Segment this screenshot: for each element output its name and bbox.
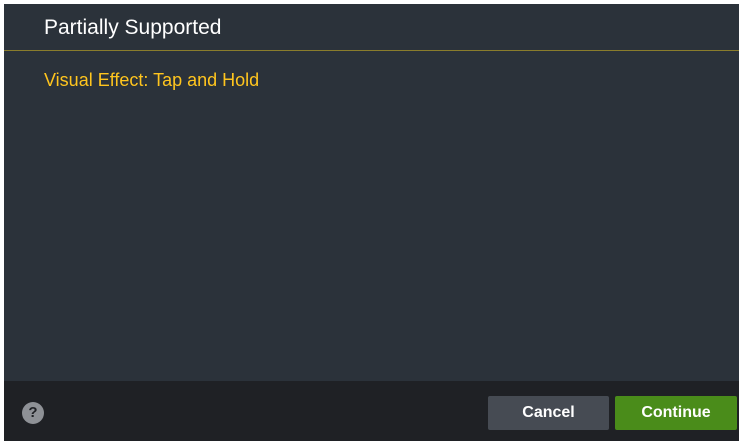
help-glyph: ? [28,404,38,421]
dialog-header: Partially Supported [4,4,739,51]
continue-button[interactable]: Continue [615,396,737,430]
continue-button-label: Continue [641,404,711,421]
help-icon[interactable]: ? [22,402,44,424]
cancel-button-label: Cancel [522,404,575,421]
dialog-title: Partially Supported [44,16,222,39]
dialog-footer: ? Cancel Continue [4,381,739,441]
visual-effect-message: Visual Effect: Tap and Hold [44,70,260,90]
partially-supported-dialog: Partially Supported Visual Effect: Tap a… [4,4,739,441]
cancel-button[interactable]: Cancel [488,396,609,430]
